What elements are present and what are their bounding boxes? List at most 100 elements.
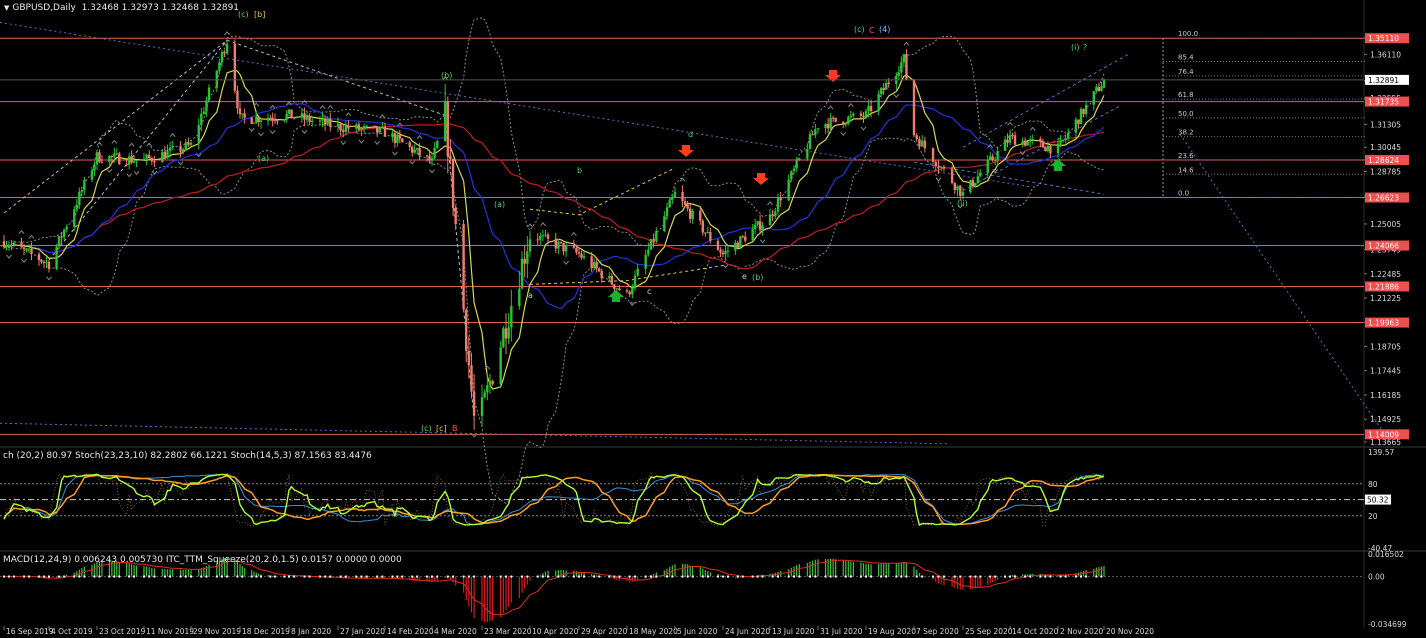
candle (378, 125, 381, 134)
candle-body (826, 124, 830, 129)
squeeze-dot (937, 575, 940, 578)
candle (398, 130, 402, 144)
candle (885, 78, 888, 90)
candle (776, 193, 780, 216)
candle (931, 147, 935, 165)
candle-body (171, 145, 174, 148)
candle (1006, 133, 1009, 148)
candle (976, 169, 980, 184)
squeeze-dot (329, 575, 332, 578)
squeeze-dot (932, 575, 935, 578)
fractal-down-marker (392, 151, 398, 156)
squeeze-dot (1080, 575, 1082, 578)
candle-body (223, 52, 226, 54)
candle (918, 136, 921, 150)
squeeze-dot (269, 575, 272, 578)
squeeze-dot (255, 575, 258, 578)
candle-body (241, 113, 244, 115)
fractal-up-marker (253, 102, 260, 107)
fractal-up-marker (767, 201, 773, 206)
date-tick-label: 2 Nov 2020 (1060, 627, 1103, 636)
candle-body (215, 70, 218, 88)
candle-body (200, 113, 203, 126)
buy-arrow-icon (608, 290, 624, 302)
candle-body (271, 118, 274, 120)
candle-body (885, 83, 888, 90)
sell-arrow-icon (753, 173, 769, 185)
squeeze-dot (1064, 575, 1067, 578)
candle-body (472, 391, 476, 416)
candle (798, 157, 801, 162)
squeeze-dot (48, 575, 50, 578)
candle-body (699, 210, 702, 221)
candle-body (544, 234, 547, 236)
candle (539, 232, 542, 246)
wave-label: (b) (441, 71, 452, 80)
candle (520, 251, 524, 290)
price-tick-label: 1.31305 (1370, 120, 1401, 129)
chart-canvas[interactable]: 100.0 85.4 76.4 61.8 50.0 38.2 23.6 14.6 0.0 (c) [… (0, 0, 1426, 638)
candle-body (971, 180, 975, 187)
date-tick-label: 23 Oct 2019 (99, 627, 146, 636)
candle (824, 123, 827, 134)
candle (130, 150, 133, 165)
candle-body (598, 268, 601, 271)
squeeze-dot (184, 575, 187, 578)
squeeze-dot (771, 575, 774, 578)
squeeze-dot (613, 575, 616, 578)
candle-body (449, 156, 452, 159)
squeeze-dot (108, 575, 111, 578)
candle-body (250, 117, 253, 124)
date-tick-label: 19 Aug 2020 (868, 627, 916, 636)
candle (736, 240, 740, 248)
date-tick-label: 7 Sep 2020 (916, 627, 959, 636)
candle (595, 258, 598, 273)
candle-body (741, 236, 744, 238)
candle-body (1084, 104, 1088, 115)
candle-body (355, 124, 358, 129)
date-tick-label: 29 Nov 2019 (193, 627, 241, 636)
ma-red (3, 123, 1105, 270)
candle-body (668, 200, 671, 208)
candle-body (979, 173, 982, 177)
candle (600, 268, 603, 283)
price-tick-label: 1.18705 (1370, 342, 1401, 351)
squeeze-dot (834, 575, 837, 578)
squeeze-dot (756, 575, 759, 578)
candle (250, 116, 253, 125)
fractal-down-marker (133, 170, 140, 176)
candle-body (135, 159, 138, 162)
collapse-triangle-icon[interactable]: ▼ (4, 4, 9, 12)
candle-body (433, 148, 436, 158)
candle-body (1059, 140, 1062, 144)
candle (1029, 135, 1032, 148)
fractal-up-marker (540, 222, 546, 227)
candle-body (326, 118, 329, 125)
squeeze-dot (541, 575, 544, 578)
candle (243, 108, 246, 124)
squeeze-dot (655, 575, 658, 578)
candle (339, 122, 342, 136)
candle (969, 179, 972, 194)
squeeze-dot (452, 575, 455, 578)
candle-body (189, 142, 193, 145)
candle-body (336, 123, 340, 127)
candle-body (615, 288, 619, 290)
squeeze-dot (741, 575, 744, 578)
candle-body (37, 253, 41, 261)
candle (779, 191, 782, 208)
candle-body (829, 117, 832, 129)
last-price-badge-text: 1.32891 (1368, 76, 1399, 85)
wave-label: (c) (238, 10, 249, 19)
squeeze-dot (1059, 575, 1062, 578)
candle (744, 231, 747, 243)
candle (1067, 128, 1070, 142)
price-tick-label: 1.28785 (1370, 167, 1401, 176)
squeeze-dot (128, 575, 131, 578)
candle-body (572, 245, 576, 248)
chart-window[interactable]: 100.0 85.4 76.4 61.8 50.0 38.2 23.6 14.6 0.0 (c) [… (0, 0, 1426, 638)
candle-body (937, 166, 940, 168)
candle-body (118, 153, 121, 165)
candle (704, 232, 707, 237)
candle-body (161, 152, 164, 163)
